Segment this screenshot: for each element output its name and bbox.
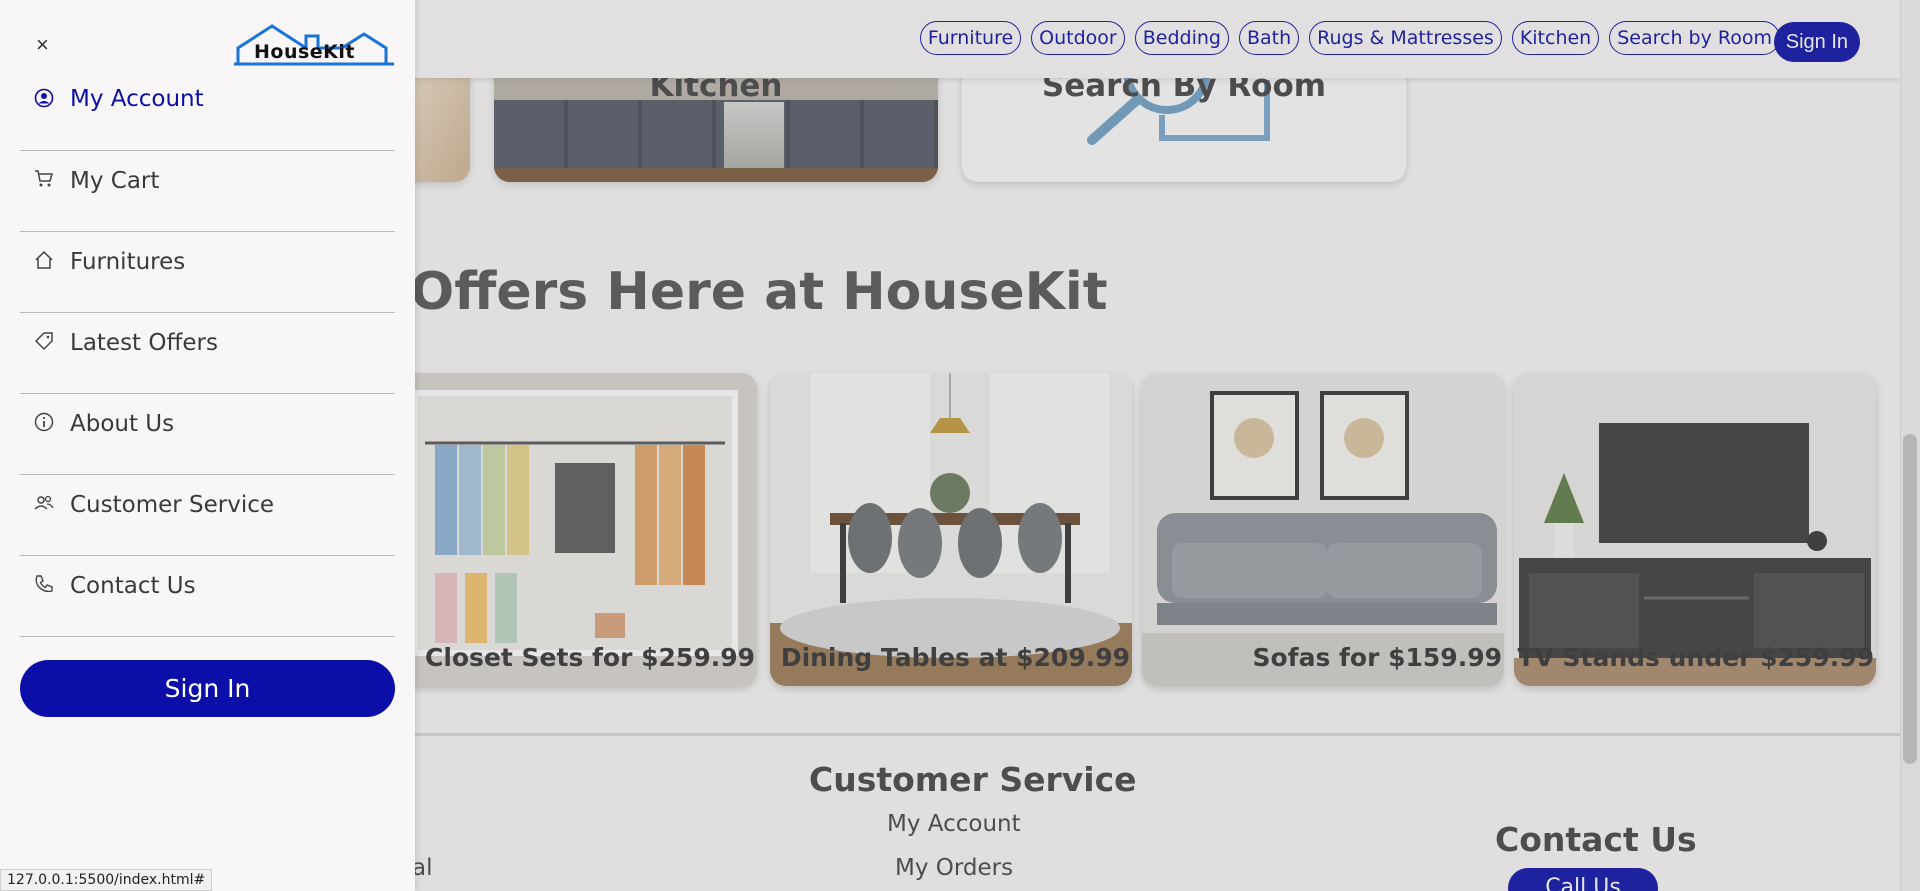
menu-label: Customer Service [70,492,275,518]
phone-icon [35,575,53,593]
drawer-sign-in-button[interactable]: Sign In [20,660,395,717]
menu-label: My Account [70,86,204,112]
menu-item-latest-offers[interactable]: Latest Offers [20,313,395,394]
logo-text: HouseKit [254,41,355,63]
status-bar-url: 127.0.0.1:5500/index.html# [0,869,213,891]
menu-label: Contact Us [70,573,196,599]
menu-item-my-account[interactable]: My Account [20,70,395,151]
menu-item-furnitures[interactable]: Furnitures [20,232,395,313]
tag-icon [34,332,53,351]
cart-icon [35,170,53,187]
drawer-menu: My Account My Cart Furnitures Latest Off… [20,70,395,637]
menu-label: My Cart [70,168,160,194]
menu-item-customer-service[interactable]: Customer Service [20,475,395,556]
menu-item-contact-us[interactable]: Contact Us [20,556,395,637]
menu-item-my-cart[interactable]: My Cart [20,151,395,232]
info-icon [34,412,54,432]
menu-label: About Us [70,411,175,437]
menu-item-about-us[interactable]: About Us [20,394,395,475]
side-drawer: × HouseKit My Account My Cart Furnitures… [0,0,415,891]
menu-label: Latest Offers [70,330,218,356]
users-icon [34,495,54,510]
user-circle-icon [34,88,54,108]
close-icon[interactable]: × [36,32,49,58]
home-icon [35,250,53,269]
menu-label: Furnitures [70,249,186,275]
housekit-logo[interactable]: HouseKit [234,24,394,66]
